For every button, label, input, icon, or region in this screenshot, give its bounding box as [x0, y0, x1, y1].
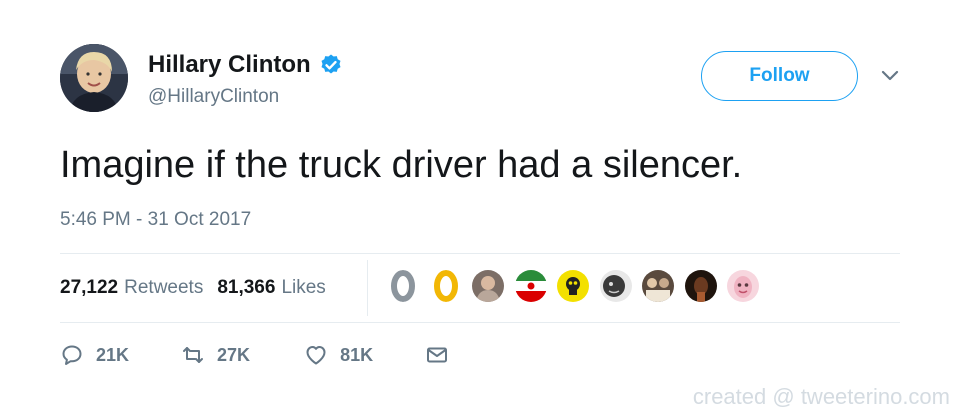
retweet-icon[interactable]	[181, 343, 205, 367]
follow-button[interactable]: Follow	[701, 51, 858, 101]
grey-ring-avatar-icon[interactable]	[385, 268, 421, 304]
reply-count: 21K	[96, 344, 130, 365]
likes-count[interactable]: 81,366	[217, 276, 275, 300]
iran-flag-avatar-icon[interactable]	[512, 268, 549, 304]
reply-icon[interactable]	[60, 343, 84, 367]
group-photo-avatar-icon[interactable]	[640, 268, 676, 304]
profile-photo-icon	[60, 44, 128, 112]
divider-top	[60, 253, 900, 254]
stats-separator	[367, 260, 368, 316]
verified-badge-icon	[321, 54, 341, 74]
retweet-action[interactable]: 27K	[181, 342, 250, 368]
chevron-down-icon[interactable]	[880, 68, 900, 84]
divider-bottom	[60, 322, 900, 323]
author-handle[interactable]: @HillaryClinton	[148, 85, 279, 109]
retweets-count[interactable]: 27,122	[60, 276, 118, 300]
pink-face-avatar-icon[interactable]	[725, 268, 761, 304]
tweet-text: Imagine if the truck driver had a silenc…	[60, 144, 743, 186]
direct-message-action[interactable]	[425, 342, 449, 368]
author-display-name[interactable]: Hillary Clinton	[148, 51, 311, 79]
face-dark-avatar-icon[interactable]	[597, 268, 634, 304]
gold-ring-avatar-icon[interactable]	[427, 268, 464, 304]
likes-label[interactable]: Likes	[281, 276, 325, 300]
dark-portrait-avatar-icon[interactable]	[682, 268, 719, 304]
action-bar: 21K 27K 81K	[60, 342, 449, 368]
retweet-count: 27K	[217, 344, 251, 365]
reply-action[interactable]: 21K	[60, 342, 129, 368]
like-action[interactable]: 81K	[304, 342, 373, 368]
tweet-timestamp[interactable]: 5:46 PM - 31 Oct 2017	[60, 208, 251, 232]
skull-yellow-avatar-icon[interactable]	[555, 268, 591, 304]
retweets-label[interactable]: Retweets	[124, 276, 203, 300]
tweet-stats: 27,122 Retweets 81,366 Likes	[60, 276, 326, 300]
author-avatar[interactable]	[60, 44, 128, 112]
author-name-row: Hillary Clinton	[148, 51, 343, 79]
envelope-icon[interactable]	[425, 343, 449, 367]
heart-icon[interactable]	[304, 343, 328, 367]
liker-avatars	[385, 268, 768, 304]
like-count: 81K	[340, 344, 374, 365]
watermark: created @ tweeterino.com	[692, 384, 950, 409]
person-avatar-icon[interactable]	[470, 268, 506, 304]
